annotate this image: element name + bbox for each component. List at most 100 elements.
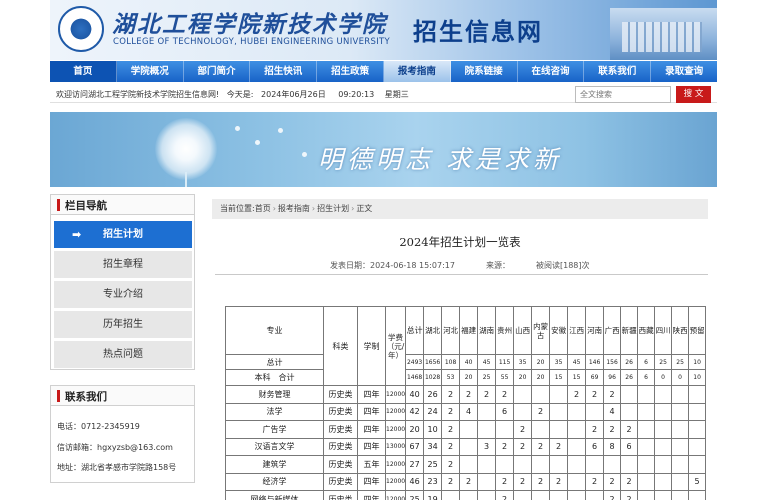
- nav-consult[interactable]: 在线咨询: [518, 61, 585, 82]
- value-cell: 34: [423, 437, 443, 456]
- value-cell: 26: [423, 385, 443, 404]
- major-cell: 广告学: [225, 420, 324, 439]
- breadcrumb-plan[interactable]: 招生计划: [317, 204, 349, 213]
- total-cell: 156: [603, 354, 622, 370]
- value-cell: 2: [620, 420, 639, 439]
- value-cell: 2: [441, 385, 461, 404]
- nav-about[interactable]: 学院概况: [117, 61, 184, 82]
- header-province: 河北: [441, 306, 461, 355]
- value-cell: [671, 385, 690, 404]
- nav-links[interactable]: 院系链接: [451, 61, 518, 82]
- school-name-cn: 湖北工程学院新技术学院: [112, 11, 387, 38]
- sidebar-title: 栏目导航: [65, 200, 107, 212]
- contact-title: 联系我们: [65, 391, 107, 403]
- total-cell: 45: [567, 354, 587, 370]
- category-cell: 历史类: [323, 455, 358, 474]
- value-cell: [637, 402, 656, 421]
- table-header-row: 专业 科类 学制 学费（元/年） 总计 湖北 河北 福建 湖南 贵州 山西 内蒙古 安徽 江西 河南 广西 新疆…: [225, 306, 707, 386]
- nav-departments[interactable]: 部门简介: [184, 61, 251, 82]
- sidebar-item-history[interactable]: 历年招生: [54, 311, 192, 338]
- value-cell: 2: [477, 385, 497, 404]
- breadcrumb-home[interactable]: 当前位置:首页: [220, 204, 271, 213]
- header-province: 江西: [567, 306, 587, 355]
- enrollment-plan-table: 专业 科类 学制 学费（元/年） 总计 湖北 河北 福建 湖南 贵州 山西 内蒙古 安徽 江西 河南 广西 新疆…: [225, 306, 707, 500]
- total-cell: 1656: [423, 354, 443, 370]
- nav-guide[interactable]: 报考指南: [383, 61, 451, 82]
- undergrad-cell: 25: [477, 369, 497, 386]
- total-cell: 108: [441, 354, 461, 370]
- nav-news[interactable]: 招生快讯: [250, 61, 318, 82]
- value-cell: 2: [459, 472, 479, 491]
- sidebar-item-plan[interactable]: ➡ 招生计划: [54, 221, 192, 248]
- duration-cell: 四年: [357, 437, 386, 456]
- value-cell: [531, 490, 551, 500]
- welcome-message: 欢迎访问湖北工程学院新技术学院招生信息网!: [56, 90, 220, 99]
- value-cell: 2: [495, 490, 515, 500]
- header-province: 广西: [603, 306, 622, 355]
- arrow-right-icon: ➡: [72, 228, 82, 241]
- sidebar-item-charter[interactable]: 招生章程: [54, 251, 192, 278]
- value-cell: [567, 490, 587, 500]
- breadcrumb-trail: 当前位置:首页 › 报考指南 › 招生计划 › 正文: [220, 204, 373, 213]
- value-cell: 19: [423, 490, 443, 500]
- undergrad-cell: 53: [441, 369, 461, 386]
- header-duration: 学制: [357, 306, 386, 386]
- value-cell: [688, 437, 707, 456]
- nav-contact[interactable]: 联系我们: [584, 61, 652, 82]
- value-cell: 2: [459, 385, 479, 404]
- value-cell: [459, 455, 479, 474]
- undergrad-label: 本科 合计: [225, 369, 324, 386]
- value-cell: 2: [585, 385, 605, 404]
- red-bar-icon: [57, 390, 60, 402]
- value-cell: [688, 402, 707, 421]
- value-cell: [531, 455, 551, 474]
- total-label: 总计: [225, 354, 324, 370]
- value-cell: [654, 490, 673, 500]
- banner-motto: 明德明志 求是求新: [318, 145, 562, 174]
- undergrad-cell: 1028: [423, 369, 443, 386]
- seed-icon: [235, 126, 240, 131]
- header-major: 专业: [225, 306, 324, 355]
- article-views: 被阅读[188]次: [536, 261, 590, 270]
- value-cell: [477, 420, 497, 439]
- value-cell: 2: [567, 385, 587, 404]
- current-time: 09:20:13: [338, 90, 375, 99]
- value-cell: [637, 420, 656, 439]
- value-cell: 2: [513, 420, 533, 439]
- nav-policy[interactable]: 招生政策: [317, 61, 384, 82]
- total-cell: 45: [477, 354, 497, 370]
- value-cell: [603, 455, 622, 474]
- total-cell: 2493: [405, 354, 425, 370]
- undergrad-cell: 96: [603, 369, 622, 386]
- value-cell: 2: [531, 437, 551, 456]
- sidebar-item-majors[interactable]: 专业介绍: [54, 281, 192, 308]
- header-province: 预留: [688, 306, 707, 355]
- header-province: 内蒙古: [531, 306, 551, 355]
- search-input[interactable]: 全文搜索: [575, 86, 671, 103]
- value-cell: 2: [495, 472, 515, 491]
- fee-cell: 12000: [384, 402, 407, 421]
- value-cell: 2: [495, 385, 515, 404]
- value-cell: 20: [405, 420, 425, 439]
- current-date: 2024年06月26日: [261, 90, 326, 99]
- breadcrumb-guide[interactable]: 报考指南: [278, 204, 310, 213]
- seed-icon: [255, 140, 260, 145]
- school-logo-icon[interactable]: [58, 6, 104, 52]
- undergrad-cell: 15: [567, 369, 587, 386]
- table-row: 建筑学 历史类 五年 12000 27 25 2: [225, 455, 707, 474]
- value-cell: [531, 420, 551, 439]
- value-cell: [585, 455, 605, 474]
- sidebar-item-faq[interactable]: 热点问题: [54, 341, 192, 368]
- undergrad-cell: 0: [654, 369, 673, 386]
- header-province: 河南: [585, 306, 605, 355]
- page: 湖北工程学院新技术学院 COLLEGE OF TECHNOLOGY, HUBEI…: [0, 0, 767, 500]
- value-cell: 42: [405, 402, 425, 421]
- value-cell: [671, 455, 690, 474]
- nav-home[interactable]: 首页: [50, 61, 117, 82]
- search-button[interactable]: 搜 文: [676, 86, 711, 103]
- header-category: 科类: [323, 306, 358, 386]
- category-cell: 历史类: [323, 385, 358, 404]
- value-cell: [513, 490, 533, 500]
- value-cell: [567, 472, 587, 491]
- nav-admission-query[interactable]: 录取查询: [651, 61, 717, 82]
